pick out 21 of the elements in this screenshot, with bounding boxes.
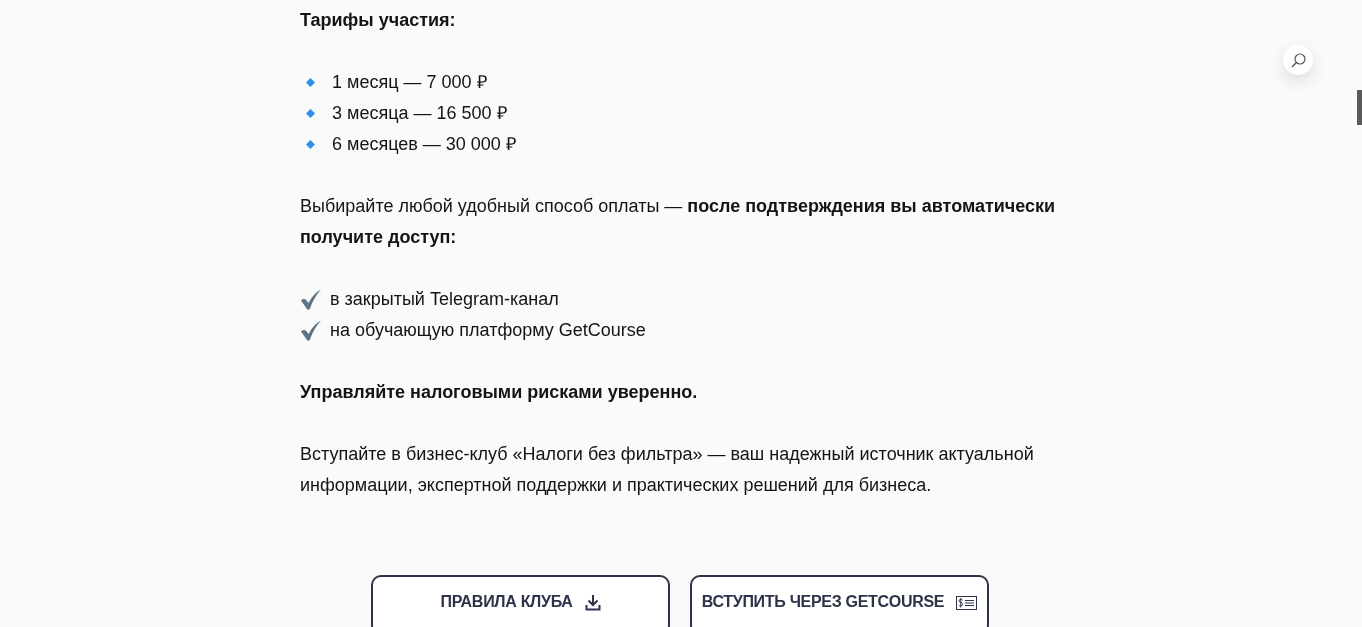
diamond-icon [306,109,315,118]
diamond-icon [306,78,315,87]
scrollbar-thumb[interactable] [1357,90,1362,125]
call-to-action: Управляйте налоговыми рисками уверенно. [300,381,698,404]
club-description: Вступайте в бизнес-клуб «Налоги без фильтра» — ваш надежный источник актуальной информации, экспертной поддержки и практических решений для бизнеса. [300,443,1035,497]
download-icon [584,594,601,611]
bill-icon [956,596,978,610]
check-mark-icon [300,289,322,310]
search-icon [1290,52,1306,68]
check-mark-icon [300,320,322,341]
tariff-item: 3 месяца — 16 500 ₽ [332,102,507,125]
access-item: в закрытый Telegram-канал [330,288,559,311]
club-rules-button[interactable]: ПРАВИЛА КЛУБА [371,575,670,627]
section-heading: Тарифы участия: [300,9,456,32]
diamond-icon [306,140,315,149]
payment-note: Выбирайте любой удобный способ оплаты — после подтверждения вы автоматически получите доступ: [300,195,1057,249]
access-item: на обучающую платформу GetCourse [330,319,646,342]
search-button[interactable] [1283,45,1313,75]
join-button[interactable]: ВСТУПИТЬ ЧЕРЕЗ GETCOURSE [690,575,989,627]
tariff-item: 6 месяцев — 30 000 ₽ [332,133,516,156]
tariff-item: 1 месяц — 7 000 ₽ [332,71,487,94]
